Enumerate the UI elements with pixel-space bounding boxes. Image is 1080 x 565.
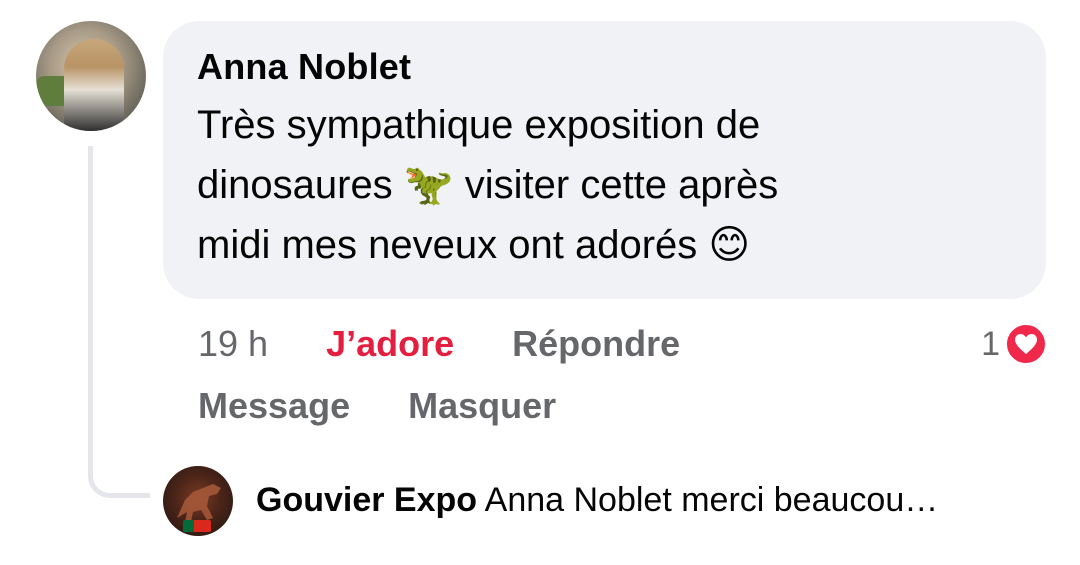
comment-line-1: Très sympathique exposition de (197, 103, 761, 147)
comment-author[interactable]: Anna Noblet (197, 43, 1012, 91)
comment-bubble: Anna Noblet Très sympathique exposition … (163, 21, 1046, 299)
heart-icon (1004, 322, 1048, 366)
reaction-count: 1 (981, 325, 1000, 363)
avatar-person (64, 39, 124, 131)
commenter-avatar[interactable] (36, 21, 146, 131)
smiling-face-emoji-icon: 😊 (708, 222, 751, 268)
message-button[interactable]: Message (198, 382, 350, 430)
reply-author[interactable]: Gouvier Expo (256, 481, 477, 519)
portugal-flag-icon (183, 520, 211, 532)
comment-line-2-end: visiter cette après (464, 163, 779, 207)
thread-connector (88, 146, 150, 498)
comment-line-3: midi mes neveux ont adorés 😊 (197, 215, 1012, 275)
comment-actions: 19 h J’adore Répondre Message Masquer 1 (198, 320, 1048, 430)
comment-line-2-start: dinosaures (197, 163, 393, 207)
hide-button[interactable]: Masquer (408, 382, 556, 430)
dinosaur-emoji-icon: 🦖 (403, 162, 454, 208)
reaction-summary[interactable]: 1 (981, 320, 1048, 368)
reply-preview[interactable]: Gouvier Expo Anna Noblet merci beaucou… (256, 474, 1056, 526)
reply-text: Anna Noblet merci beaucou… (484, 481, 939, 519)
comment-text: Très sympathique exposition de dinosaure… (197, 95, 1012, 275)
comment-line-2: dinosaures 🦖 visiter cette après (197, 155, 1012, 215)
actions-row-2: Message Masquer (198, 382, 1048, 430)
like-button[interactable]: J’adore (326, 320, 454, 368)
comment-line-3-text: midi mes neveux ont adorés (197, 223, 698, 267)
actions-row-1: 19 h J’adore Répondre (198, 320, 1048, 368)
comment-timestamp[interactable]: 19 h (198, 320, 268, 368)
reply-button[interactable]: Répondre (512, 320, 680, 368)
